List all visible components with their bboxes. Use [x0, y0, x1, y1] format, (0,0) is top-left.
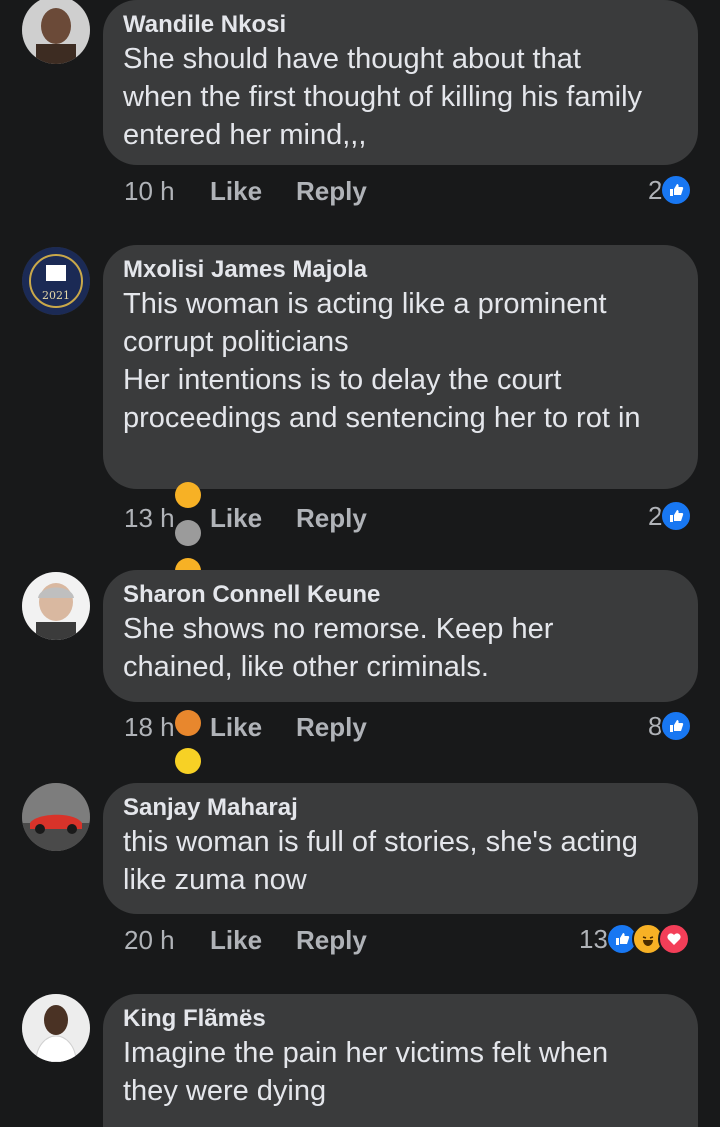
hand-emoji-icon	[174, 482, 201, 509]
comment-bubble: Wandile Nkosi She should have thought ab…	[103, 0, 698, 165]
comment-text: She should have thought about that when …	[123, 43, 643, 151]
avatar[interactable]: 2021	[22, 247, 90, 315]
comment-author[interactable]: Sanjay Maharaj	[123, 793, 678, 823]
comment-time[interactable]: 20 h	[124, 925, 175, 956]
like-button[interactable]: Like	[210, 925, 262, 956]
comment-text: Imagine the pain her victims felt when t…	[123, 1037, 609, 1107]
reply-button[interactable]: Reply	[296, 503, 367, 534]
avatar[interactable]	[22, 994, 90, 1062]
comment-time[interactable]: 10 h	[124, 176, 175, 207]
avatar[interactable]	[22, 0, 90, 64]
love-reaction-icon	[657, 923, 690, 955]
reply-button[interactable]: Reply	[296, 712, 367, 743]
comment-bubble: King Flãmës Imagine the pain her victims…	[103, 994, 698, 1127]
comment-text: This woman is acting like a prominent co…	[123, 285, 678, 817]
comment-bubble: Sanjay Maharaj this woman is full of sto…	[103, 783, 698, 914]
no-gesture-emoji-icon	[174, 710, 201, 737]
avatar[interactable]	[22, 572, 90, 640]
reaction-summary[interactable]: 13	[579, 923, 690, 955]
comment-author[interactable]: Mxolisi James Majola	[123, 255, 678, 285]
reply-button[interactable]: Reply	[296, 925, 367, 956]
comment-bubble: Sharon Connell Keune She shows no remors…	[103, 570, 698, 702]
reaction-summary[interactable]: 8	[648, 710, 693, 742]
comment-author[interactable]: Wandile Nkosi	[123, 10, 678, 40]
eye-roll-emoji-icon	[174, 748, 201, 775]
detective-emoji-icon	[174, 520, 201, 547]
like-button[interactable]: Like	[210, 503, 262, 534]
comment-time[interactable]: 13 h	[124, 503, 175, 534]
like-reaction-icon	[660, 710, 693, 742]
comment-author[interactable]: King Flãmës	[123, 1004, 678, 1034]
avatar[interactable]	[22, 783, 90, 851]
reaction-summary[interactable]: 2	[648, 174, 693, 206]
like-button[interactable]: Like	[210, 176, 262, 207]
reaction-summary[interactable]: 2	[648, 500, 693, 532]
comment-time[interactable]: 18 h	[124, 712, 175, 743]
like-reaction-icon	[660, 500, 693, 532]
comment-text: She shows no remorse. Keep her chained, …	[123, 613, 554, 683]
reply-button[interactable]: Reply	[296, 176, 367, 207]
like-button[interactable]: Like	[210, 712, 262, 743]
like-reaction-icon	[660, 174, 693, 206]
comment-author[interactable]: Sharon Connell Keune	[123, 580, 678, 610]
reaction-count: 13	[579, 923, 608, 954]
comment-bubble: Mxolisi James Majola This woman is actin…	[103, 245, 698, 813]
comment-text: this woman is full of stories, she's act…	[123, 826, 638, 896]
avatar-year-text: 2021	[42, 289, 70, 302]
